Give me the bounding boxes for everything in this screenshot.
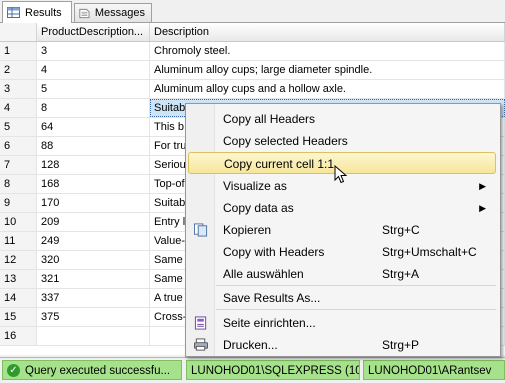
menu-item-copy-selected-headers[interactable]: Copy selected Headers (188, 130, 496, 152)
menu-item-shortcut: Strg+C (382, 223, 420, 237)
status-query-message: ✓ Query executed successfu... (2, 360, 182, 380)
menu-item-label: Copy current cell 1:1 (224, 157, 335, 171)
product-id-cell[interactable]: 170 (37, 194, 150, 212)
menu-separator (216, 309, 496, 310)
context-menu: Copy all Headers Copy selected Headers Cop… (185, 103, 501, 357)
row-number-cell[interactable]: 4 (0, 99, 37, 117)
mouse-pointer-icon (334, 165, 348, 184)
row-number-cell[interactable]: 9 (0, 194, 37, 212)
status-message-text: Query executed successfu... (25, 365, 171, 377)
row-number-cell[interactable]: 16 (0, 327, 37, 345)
tab-messages[interactable]: Messages (74, 3, 152, 22)
row-number-cell[interactable]: 15 (0, 308, 37, 326)
status-user: LUNOHOD01\ARantsev (363, 360, 505, 380)
header-description[interactable]: Description (150, 23, 505, 41)
menu-item-label: Copy selected Headers (223, 134, 348, 148)
product-id-cell[interactable]: 64 (37, 118, 150, 136)
product-id-cell[interactable]: 4 (37, 61, 150, 79)
menu-item-label: Save Results As... (223, 291, 321, 305)
menu-item-copy-all-headers[interactable]: Copy all Headers (188, 108, 496, 130)
menu-item-label: Visualize as (223, 179, 287, 193)
menu-item-copy-data-as[interactable]: Copy data as ▶ (188, 197, 496, 219)
results-grid-icon (7, 7, 20, 18)
page-setup-icon (194, 316, 207, 330)
menu-item-label: Seite einrichten... (223, 316, 316, 330)
grid-header: ProductDescription... Description (0, 23, 505, 42)
tab-results[interactable]: Results (2, 1, 72, 23)
submenu-arrow-icon: ▶ (479, 203, 486, 213)
menu-item-save-results-as[interactable]: Save Results As... (188, 287, 496, 309)
row-number-cell[interactable]: 3 (0, 80, 37, 98)
row-number-cell[interactable]: 6 (0, 137, 37, 155)
product-id-cell[interactable]: 168 (37, 175, 150, 193)
menu-item-label: Copy data as (223, 201, 294, 215)
product-id-cell[interactable]: 88 (37, 137, 150, 155)
row-number-cell[interactable]: 14 (0, 289, 37, 307)
menu-item-shortcut: Strg+A (382, 267, 420, 281)
menu-separator (216, 285, 496, 286)
row-number-cell[interactable]: 10 (0, 213, 37, 231)
menu-item-label: Alle auswählen (223, 267, 304, 281)
messages-icon (79, 8, 90, 18)
description-cell[interactable]: Chromoly steel. (150, 42, 505, 60)
print-icon (194, 338, 208, 351)
row-number-cell[interactable]: 8 (0, 175, 37, 193)
status-bar: ✓ Query executed successfu... LUNOHOD01\… (0, 357, 505, 383)
tab-messages-label: Messages (94, 7, 145, 19)
description-cell[interactable]: Aluminum alloy cups and a hollow axle. (150, 80, 505, 98)
product-id-cell[interactable]: 320 (37, 251, 150, 269)
product-id-cell[interactable]: 3 (37, 42, 150, 60)
menu-item-drucken[interactable]: Drucken... Strg+P (188, 334, 496, 356)
menu-item-kopieren[interactable]: Kopieren Strg+C (188, 219, 496, 241)
status-server: LUNOHOD01\SQLEXPRESS (10.0 ... (186, 360, 360, 380)
copy-icon (194, 223, 208, 237)
submenu-arrow-icon: ▶ (479, 181, 486, 191)
menu-item-alle-auswählen[interactable]: Alle auswählen Strg+A (188, 263, 496, 285)
menu-item-copy-with-headers[interactable]: Copy with Headers Strg+Umschalt+C (188, 241, 496, 263)
menu-item-label: Kopieren (223, 223, 272, 237)
row-number-cell[interactable]: 5 (0, 118, 37, 136)
product-id-cell[interactable]: 321 (37, 270, 150, 288)
row-number-cell[interactable]: 13 (0, 270, 37, 288)
product-id-cell[interactable]: 249 (37, 232, 150, 250)
table-row[interactable]: 3 5 Aluminum alloy cups and a hollow axle. (0, 80, 505, 99)
menu-item-seite-einrichten[interactable]: Seite einrichten... (188, 312, 496, 334)
product-id-cell[interactable]: 8 (37, 99, 150, 117)
product-id-cell[interactable] (37, 327, 150, 345)
menu-item-shortcut: Strg+Umschalt+C (382, 245, 477, 259)
table-row[interactable]: 1 3 Chromoly steel. (0, 42, 505, 61)
results-tabstrip: Results Messages (0, 0, 505, 23)
product-id-cell[interactable]: 128 (37, 156, 150, 174)
row-number-cell[interactable]: 11 (0, 232, 37, 250)
row-number-cell[interactable]: 1 (0, 42, 37, 60)
tab-results-label: Results (25, 6, 62, 19)
description-cell[interactable]: Aluminum alloy cups; large diameter spin… (150, 61, 505, 79)
header-productdescriptionid[interactable]: ProductDescription... (37, 23, 150, 41)
menu-item-shortcut: Strg+P (382, 338, 420, 352)
product-id-cell[interactable]: 5 (37, 80, 150, 98)
product-id-cell[interactable]: 209 (37, 213, 150, 231)
table-row[interactable]: 2 4 Aluminum alloy cups; large diameter sp… (0, 61, 505, 80)
row-number-cell[interactable]: 2 (0, 61, 37, 79)
product-id-cell[interactable]: 375 (37, 308, 150, 326)
product-id-cell[interactable]: 337 (37, 289, 150, 307)
success-check-icon: ✓ (7, 364, 20, 377)
menu-item-label: Drucken... (223, 338, 278, 352)
menu-item-label: Copy all Headers (223, 112, 316, 126)
row-number-cell[interactable]: 7 (0, 156, 37, 174)
header-rownum[interactable] (0, 23, 37, 41)
menu-item-label: Copy with Headers (223, 245, 325, 259)
row-number-cell[interactable]: 12 (0, 251, 37, 269)
